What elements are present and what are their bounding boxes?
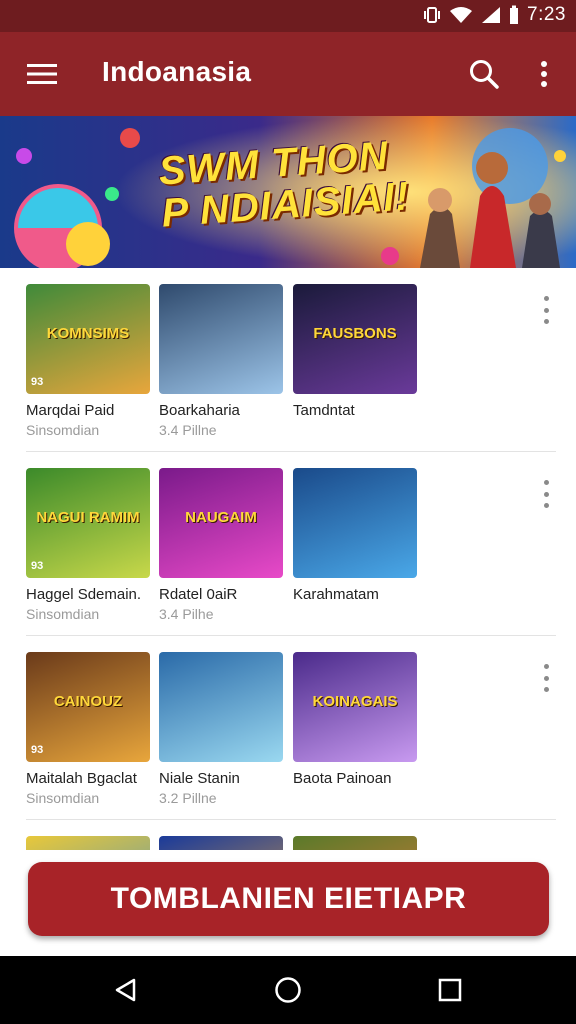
game-thumbnail [159,836,283,850]
game-title: Boarkaharia [159,402,240,419]
dot [543,687,549,692]
status-icons: 7:23 [423,4,566,26]
dot [543,491,549,497]
game-thumbnail [159,652,283,762]
dot [543,319,549,324]
app-bar: Indoanasia [0,32,576,116]
back-button[interactable] [108,972,144,1008]
game-thumbnail [159,284,283,394]
game-subtitle: Sinsomdian [26,422,100,438]
game-card[interactable]: NAGUI RAMIM 93 Haggel Sdemain. Sinsomdia… [26,468,150,622]
game-card[interactable]: Niale Stanin 3.2 Pillne [159,652,283,806]
thumbnail-title: CAINOUZ [53,693,123,710]
thumbnail-title: NAUGAIM [185,509,257,526]
list-row: KOMNSIMS 93 Marqdai Paid Sinsomdian Boar… [26,268,556,452]
game-thumbnail: CAINOUZ 93 [26,652,150,762]
dot [543,480,549,485]
dot [543,307,549,313]
row-more-button[interactable] [536,664,556,692]
signal-icon [482,7,501,23]
more-vert-icon [541,61,547,87]
search-button[interactable] [464,54,504,94]
thumbnail-badge: 93 [31,744,44,756]
thumbnail-title: KOMNSIMS [46,325,130,342]
game-thumbnail [293,468,417,578]
promo-banner[interactable]: SWM THON P NDIAISIAI! [0,116,576,268]
thumbnail-title: NAGUI RAMIM [36,509,140,526]
thumbnail-badge: 93 [31,376,44,388]
home-circle-icon [275,977,301,1003]
dot [543,664,549,669]
game-title: Haggel Sdemain. [26,586,142,603]
game-title: Marqdai Paid [26,402,115,419]
wifi-icon [450,7,473,23]
game-title: Tamdntat [293,402,355,419]
game-title: Maitalah Bgaclat [26,770,137,787]
list-row [26,820,556,850]
row-more-button[interactable] [536,480,556,508]
recents-square-icon [438,978,462,1002]
banner-headline: SWM THON P NDIAISIAI! [157,133,411,236]
game-card[interactable]: NAUGAIM Rdatel 0aiR 3.4 Pilhe [159,468,283,622]
game-title: Karahmatam [293,586,379,603]
game-thumbnail: FAUSBONS [293,284,417,394]
game-thumbnail: NAUGAIM [159,468,283,578]
dot [543,296,549,301]
thumbnail-badge: 93 [31,560,44,572]
game-title: Baota Painoan [293,770,392,787]
game-thumbnail [26,836,150,850]
primary-action-button[interactable]: TOMBLANIEN EIETIAPR [28,862,549,936]
game-card[interactable]: Boarkaharia 3.4 Pillne [159,284,283,438]
status-bar: 7:23 [0,0,576,32]
search-icon [470,60,499,89]
game-title: Niale Stanin [159,770,240,787]
game-subtitle: 3.4 Pillne [159,422,217,438]
game-card[interactable]: Karahmatam [293,468,417,606]
game-card[interactable] [159,836,283,850]
system-nav-bar [0,956,576,1024]
game-title: Rdatel 0aiR [159,586,238,603]
game-subtitle: 3.2 Pillne [159,790,217,806]
thumbnail-title: KOINAGAIS [312,693,398,710]
vibrate-icon [424,7,441,23]
list-row: NAGUI RAMIM 93 Haggel Sdemain. Sinsomdia… [26,452,556,636]
list-row: CAINOUZ 93 Maitalah Bgaclat Sinsomdian N… [26,636,556,820]
game-thumbnail: KOINAGAIS [293,652,417,762]
game-thumbnail: NAGUI RAMIM 93 [26,468,150,578]
status-time: 7:23 [527,4,566,25]
battery-icon [510,5,519,24]
hamburger-icon [27,64,57,84]
dot [543,675,549,681]
game-card[interactable]: KOINAGAIS Baota Painoan [293,652,417,790]
game-card[interactable]: KOMNSIMS 93 Marqdai Paid Sinsomdian [26,284,150,438]
menu-button[interactable] [22,54,62,94]
app-title: Indoanasia [102,56,252,87]
game-thumbnail: KOMNSIMS 93 [26,284,150,394]
home-button[interactable] [270,972,306,1008]
game-subtitle: Sinsomdian [26,606,100,622]
game-card[interactable]: CAINOUZ 93 Maitalah Bgaclat Sinsomdian [26,652,150,806]
overflow-menu-button[interactable] [524,54,564,94]
back-triangle-icon [115,978,136,1002]
game-subtitle: Sinsomdian [26,790,100,806]
row-more-button[interactable] [536,296,556,324]
game-subtitle: 3.4 Pilhe [159,606,214,622]
game-card[interactable] [293,836,417,850]
game-thumbnail [293,836,417,850]
recents-button[interactable] [432,972,468,1008]
game-card[interactable] [26,836,150,850]
game-card[interactable]: FAUSBONS Tamdntat [293,284,417,422]
game-list[interactable]: KOMNSIMS 93 Marqdai Paid Sinsomdian Boar… [0,268,576,850]
dot [543,503,549,508]
thumbnail-title: FAUSBONS [313,325,397,342]
